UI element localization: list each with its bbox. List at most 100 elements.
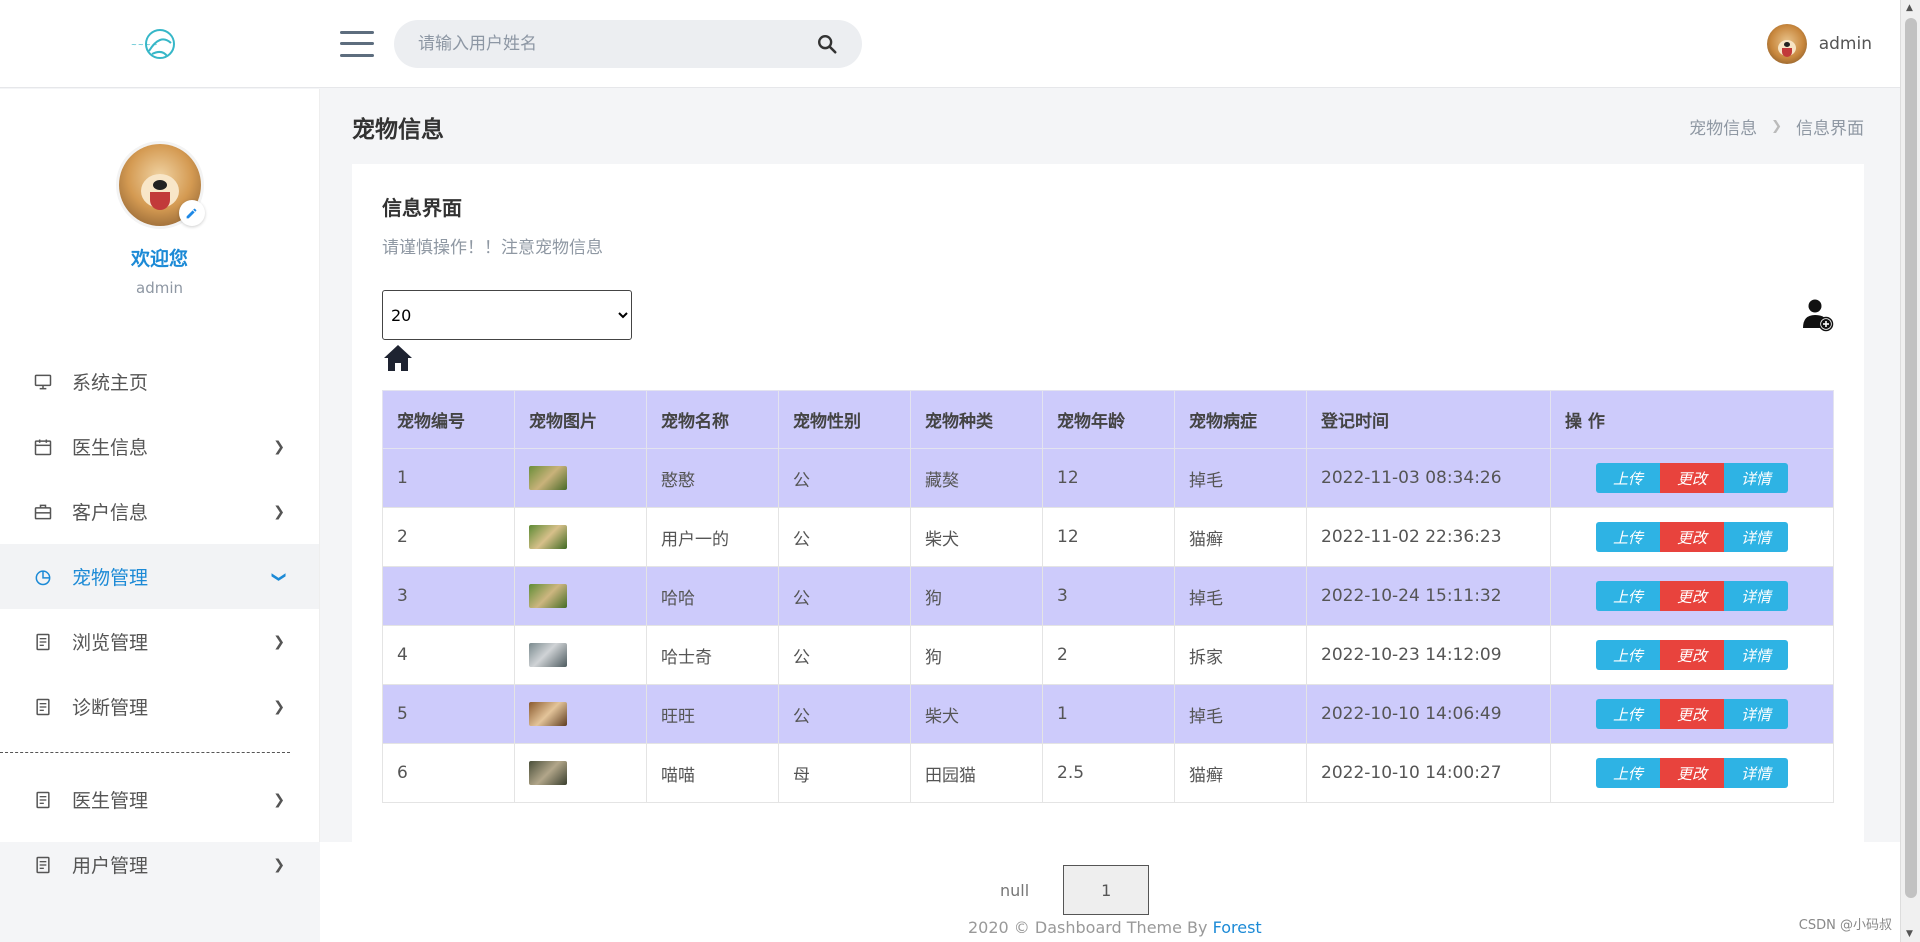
document-icon (32, 854, 54, 876)
search-icon[interactable] (816, 33, 838, 55)
sidebar-item-home[interactable]: 系统主页 (0, 349, 319, 414)
vertical-scrollbar[interactable]: ▲ ▼ (1900, 0, 1920, 942)
edit-button[interactable]: 更改 (1660, 758, 1724, 788)
table-row: 5 旺旺 公 柴犬 1 掉毛 2022-10-10 14:06:49 上传 更改… (382, 684, 1834, 744)
sidebar-item-browse-management[interactable]: 浏览管理 ❯ (0, 609, 319, 674)
cell-age: 1 (1042, 684, 1175, 744)
footer: 2020 © Dashboard Theme By Forest (968, 918, 1262, 937)
chevron-down-icon: ❯ (271, 570, 288, 583)
footer-link[interactable]: Forest (1213, 918, 1262, 937)
cell-kind: 藏獒 (910, 448, 1043, 508)
pencil-icon (186, 208, 197, 218)
detail-button[interactable]: 详情 (1724, 463, 1788, 493)
cell-image (514, 448, 647, 508)
detail-button[interactable]: 详情 (1724, 522, 1788, 552)
cell-kind: 狗 (910, 566, 1043, 626)
cell-id: 1 (382, 448, 515, 508)
document-icon (32, 631, 54, 653)
chevron-right-icon: ❯ (1771, 119, 1782, 134)
sidebar-item-doctor-info[interactable]: 医生信息 ❯ (0, 414, 319, 479)
edit-button[interactable]: 更改 (1660, 581, 1724, 611)
edit-button[interactable]: 更改 (1660, 640, 1724, 670)
chevron-right-icon: ❯ (273, 791, 285, 808)
pet-thumbnail[interactable] (529, 584, 567, 608)
sidebar-item-user-management[interactable]: 用户管理 ❯ (0, 832, 319, 897)
search-input[interactable] (418, 33, 816, 54)
edit-button[interactable]: 更改 (1660, 699, 1724, 729)
footer-text: 2020 © Dashboard Theme By (968, 918, 1213, 937)
column-header: 宠物性别 (778, 390, 911, 449)
logo[interactable]: ~~~~ (125, 19, 195, 69)
detail-button[interactable]: 详情 (1724, 699, 1788, 729)
add-user-icon[interactable] (1802, 298, 1834, 332)
document-icon (32, 789, 54, 811)
cell-actions: 上传 更改 详情 (1550, 507, 1834, 567)
cell-age: 12 (1042, 507, 1175, 567)
cell-name: 哈士奇 (646, 625, 779, 685)
cell-id: 5 (382, 684, 515, 744)
sidebar-item-label: 系统主页 (72, 372, 149, 394)
sidebar-item-label: 宠物管理 (72, 567, 149, 589)
detail-button[interactable]: 详情 (1724, 758, 1788, 788)
cell-name: 喵喵 (646, 743, 779, 803)
breadcrumb-item[interactable]: 宠物信息 (1689, 114, 1757, 139)
profile-avatar[interactable] (118, 144, 205, 226)
pet-thumbnail[interactable] (529, 525, 567, 549)
sidebar-item-label: 用户管理 (72, 855, 149, 877)
page-size-select[interactable]: 20 (382, 290, 632, 340)
column-header: 宠物图片 (514, 390, 647, 449)
cell-id: 4 (382, 625, 515, 685)
chevron-right-icon: ❯ (273, 856, 285, 873)
sidebar-item-customer-info[interactable]: 客户信息 ❯ (0, 479, 319, 544)
cell-id: 3 (382, 566, 515, 626)
sidebar-item-pet-management[interactable]: 宠物管理 ❯ (0, 544, 319, 609)
upload-button[interactable]: 上传 (1596, 640, 1660, 670)
avatar[interactable] (1766, 24, 1807, 64)
upload-button[interactable]: 上传 (1596, 463, 1660, 493)
scroll-down-icon[interactable]: ▼ (1906, 929, 1913, 939)
sidebar-item-label: 医生管理 (72, 790, 149, 812)
upload-button[interactable]: 上传 (1596, 522, 1660, 552)
cell-name: 用户一的 (646, 507, 779, 567)
pet-thumbnail[interactable] (529, 702, 567, 726)
home-icon[interactable] (382, 342, 414, 374)
upload-button[interactable]: 上传 (1596, 699, 1660, 729)
edit-button[interactable]: 更改 (1660, 522, 1724, 552)
cell-id: 6 (382, 743, 515, 803)
detail-button[interactable]: 详情 (1724, 640, 1788, 670)
upload-button[interactable]: 上传 (1596, 758, 1660, 788)
pet-thumbnail[interactable] (529, 643, 567, 667)
pagination-prev[interactable]: null (1000, 881, 1029, 900)
welcome-text: 欢迎您 (130, 248, 188, 270)
cell-age: 12 (1042, 448, 1175, 508)
cell-sex: 公 (778, 625, 911, 685)
logo-area: ~~~~ (0, 0, 320, 88)
sidebar-item-doctor-management[interactable]: 医生管理 ❯ (0, 767, 319, 832)
column-header: 登记时间 (1306, 390, 1551, 449)
pagination-page[interactable]: 1 (1063, 865, 1150, 915)
scroll-up-icon[interactable]: ▲ (1906, 3, 1913, 13)
pet-thumbnail[interactable] (529, 466, 567, 490)
cell-disease: 掉毛 (1174, 566, 1307, 626)
sidebar-item-label: 诊断管理 (72, 697, 149, 719)
pet-thumbnail[interactable] (529, 761, 567, 785)
cell-name: 憨憨 (646, 448, 779, 508)
cell-sex: 公 (778, 507, 911, 567)
edit-button[interactable]: 更改 (1660, 463, 1724, 493)
table-row: 3 哈哈 公 狗 3 掉毛 2022-10-24 15:11:32 上传 更改 … (382, 566, 1834, 626)
info-card: 信息界面 请谨慎操作！！注意宠物信息 20 宠物编号 宠物图片 宠物名称 宠物性… (352, 164, 1864, 842)
column-header: 宠物年龄 (1042, 390, 1175, 449)
scrollbar-thumb[interactable] (1905, 18, 1917, 898)
cell-sex: 公 (778, 566, 911, 626)
table-row: 1 憨憨 公 藏獒 12 掉毛 2022-11-03 08:34:26 上传 更… (382, 448, 1834, 508)
monitor-icon (32, 371, 54, 393)
logo-icon: ~~~~ (131, 28, 175, 59)
detail-button[interactable]: 详情 (1724, 581, 1788, 611)
top-user-menu[interactable]: admin (1766, 24, 1872, 64)
cell-actions: 上传 更改 详情 (1550, 566, 1834, 626)
menu-toggle-button[interactable] (340, 30, 374, 57)
upload-button[interactable]: 上传 (1596, 581, 1660, 611)
card-title: 信息界面 (382, 196, 462, 220)
hamburger-line (340, 53, 374, 57)
edit-profile-button[interactable] (178, 200, 205, 226)
